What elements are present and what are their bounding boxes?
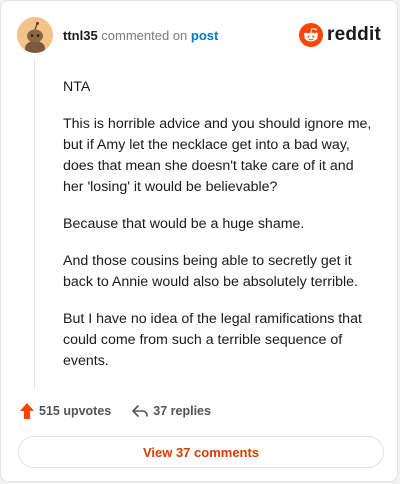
- comment-actions: 515 upvotes 37 replies: [19, 401, 211, 421]
- commented-on-text: commented on: [101, 27, 188, 43]
- replies-button[interactable]: 37 replies: [131, 403, 211, 419]
- snoo-avatar-icon: [17, 17, 53, 53]
- view-comments-button[interactable]: View 37 comments: [18, 436, 384, 468]
- comment-body: NTA This is horrible advice and you shou…: [63, 77, 377, 388]
- reply-count: 37 replies: [153, 404, 211, 418]
- upvote-button[interactable]: 515 upvotes: [19, 402, 111, 420]
- reddit-logo-icon: [299, 23, 324, 47]
- reddit-brand[interactable]: reddit: [299, 23, 381, 47]
- comment-paragraph: NTA: [63, 79, 91, 95]
- comment-paragraph: And those cousins being able to secretly…: [63, 253, 358, 290]
- comment-paragraph: But I have no idea of the legal ramifica…: [63, 311, 362, 369]
- reply-arrow-icon: [132, 405, 149, 417]
- comment-meta: ttnl35 commented on post: [63, 28, 218, 43]
- comment-paragraph: This is horrible advice and you should i…: [63, 116, 372, 195]
- user-avatar[interactable]: [17, 17, 53, 53]
- username-link[interactable]: ttnl35: [63, 28, 98, 43]
- reddit-wordmark: reddit: [327, 24, 381, 45]
- thread-line[interactable]: [34, 59, 35, 389]
- upvote-arrow-icon: [20, 403, 34, 419]
- comment-card: ttnl35 commented on post reddit NTA This…: [0, 0, 398, 482]
- comment-header: ttnl35 commented on post reddit: [17, 17, 381, 53]
- comment-paragraph: Because that would be a huge shame.: [63, 216, 305, 232]
- post-link[interactable]: post: [191, 28, 218, 43]
- upvote-count: 515 upvotes: [39, 404, 112, 418]
